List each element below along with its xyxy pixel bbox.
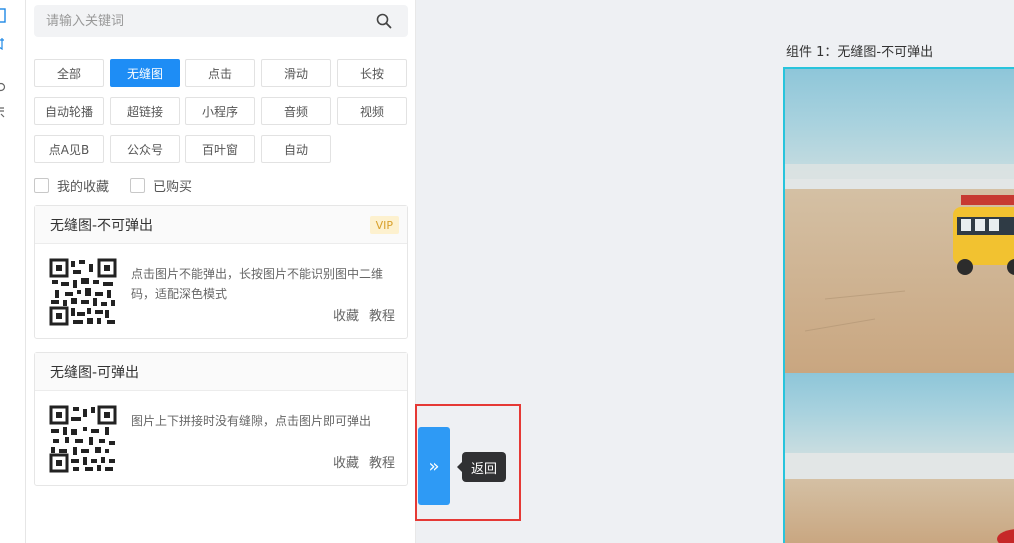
qr-code-icon [49, 405, 117, 473]
purchased-label: 已购买 [153, 180, 193, 195]
tag-click-a-show-b[interactable]: 点A见B [34, 135, 104, 163]
favorites-label: 我的收藏 [57, 180, 110, 195]
left-toolbar [0, 0, 26, 543]
tag-autoplay[interactable]: 自动轮播 [34, 97, 104, 125]
component-card[interactable]: 无缝图-可弹出 图片上下拼接时没有缝隙，点击图片即可弹出 收藏 教程 [34, 352, 408, 486]
tutorial-button[interactable]: 教程 [369, 452, 395, 471]
favorites-filter[interactable]: 我的收藏 [34, 176, 109, 195]
image-preview[interactable] [783, 67, 1014, 543]
tag-blinds[interactable]: 百叶窗 [185, 135, 255, 163]
material-icon[interactable] [0, 38, 6, 50]
search-icon[interactable] [376, 13, 392, 29]
card-description: 图片上下拼接时没有缝隙，点击图片即可弹出 [131, 414, 372, 428]
favorite-button[interactable]: 收藏 [333, 452, 359, 471]
partial-icon[interactable] [0, 106, 6, 118]
card-actions: 收藏 教程 [333, 305, 395, 324]
search-input[interactable] [34, 5, 408, 37]
tag-official-account[interactable]: 公众号 [110, 135, 180, 163]
tag-long-press[interactable]: 长按 [337, 59, 407, 87]
qr-code-icon [49, 258, 117, 326]
favorites-checkbox[interactable] [34, 178, 49, 193]
purchased-checkbox[interactable] [130, 178, 145, 193]
favorite-button[interactable]: 收藏 [333, 305, 359, 324]
tag-slide[interactable]: 滑动 [261, 59, 331, 87]
tag-mini-program[interactable]: 小程序 [185, 97, 255, 125]
vip-badge: VIP [369, 216, 399, 234]
expand-toggle-button[interactable]: » [418, 427, 450, 505]
tag-hyperlink[interactable]: 超链接 [110, 97, 180, 125]
card-title: 无缝图-不可弹出 [50, 217, 154, 234]
tag-click[interactable]: 点击 [185, 59, 255, 87]
purchased-filter[interactable]: 已购买 [130, 176, 192, 195]
card-header: 无缝图-可弹出 [35, 353, 407, 391]
beach-van-image [785, 69, 1014, 543]
tag-video[interactable]: 视频 [337, 97, 407, 125]
component-label: 组件 1：无缝图-不可弹出 [786, 45, 934, 60]
card-header: 无缝图-不可弹出 VIP [35, 206, 407, 244]
return-tooltip: 返回 [457, 452, 506, 482]
component-panel: 全部 无缝图 点击 滑动 长按 自动轮播 超链接 小程序 音频 视频 点A见B … [26, 0, 416, 543]
tag-all[interactable]: 全部 [34, 59, 104, 87]
tag-audio[interactable]: 音频 [261, 97, 331, 125]
tag-auto[interactable]: 自动 [261, 135, 331, 163]
double-chevron-right-icon: » [428, 455, 440, 477]
tag-seamless[interactable]: 无缝图 [110, 59, 180, 87]
tutorial-button[interactable]: 教程 [369, 305, 395, 324]
card-description: 点击图片不能弹出，长按图片不能识别图中二维码，适配深色模式 [131, 267, 384, 301]
card-title: 无缝图-可弹出 [50, 364, 140, 381]
component-card[interactable]: 无缝图-不可弹出 VIP 点击图片不能弹出，长按图片不能识别图中二维码，适配深色… [34, 205, 408, 339]
layer-icon[interactable] [0, 8, 6, 24]
circle-icon[interactable] [0, 82, 6, 92]
card-actions: 收藏 教程 [333, 452, 395, 471]
